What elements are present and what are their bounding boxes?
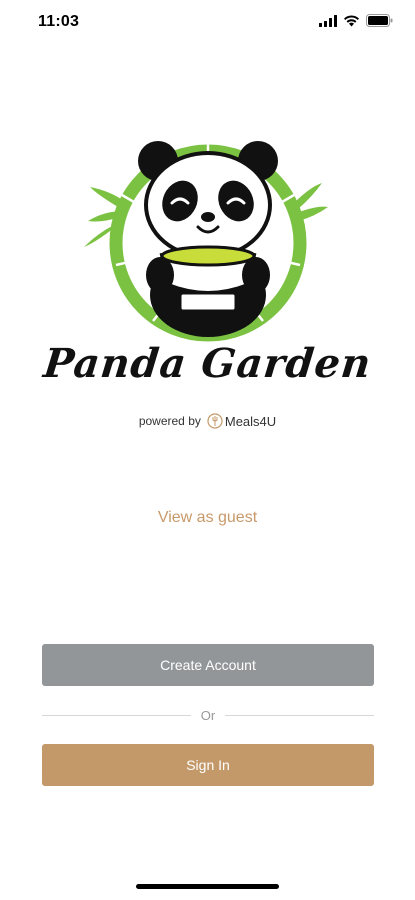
welcome-screen: 11:03 Panda Garden powered by Meals4U Vi… — [0, 0, 415, 900]
or-divider: Or — [42, 705, 375, 725]
status-icons — [319, 14, 393, 27]
status-bar: 11:03 — [0, 0, 415, 44]
panda-garden-logo — [84, 141, 328, 342]
powered-by-label: powered by — [138, 414, 201, 428]
panda-illustration — [138, 141, 278, 337]
battery-icon — [366, 14, 393, 27]
powered-by-row: powered by Meals4U — [0, 413, 415, 429]
create-account-button[interactable]: Create Account — [42, 644, 374, 686]
divider-line-right — [225, 714, 375, 716]
status-time: 11:03 — [38, 13, 80, 30]
wifi-icon — [344, 14, 359, 26]
meals4u-icon — [207, 413, 223, 429]
signal-icon — [319, 14, 337, 27]
meals4u-brand: Meals4U — [224, 413, 277, 429]
meals4u-logo: Meals4U — [207, 413, 276, 429]
sign-in-button[interactable]: Sign In — [42, 744, 374, 786]
brand-name: Panda Garden — [41, 340, 374, 387]
divider-line-left — [42, 714, 191, 716]
home-indicator[interactable] — [136, 884, 279, 889]
divider-label: Or — [200, 707, 216, 723]
view-as-guest-link[interactable]: View as guest — [0, 509, 415, 527]
